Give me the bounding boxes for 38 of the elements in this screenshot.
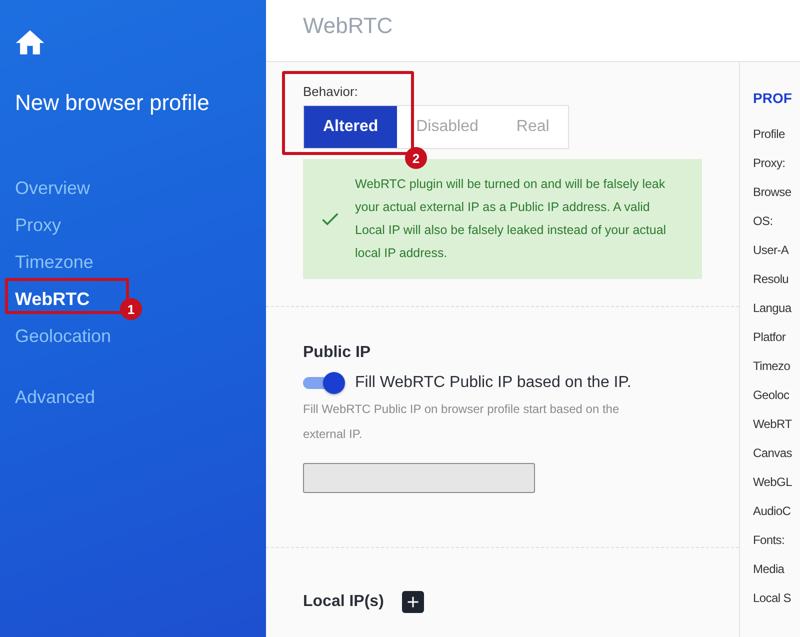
toggle-label: Fill WebRTC Public IP based on the IP. <box>355 374 632 392</box>
step-number: 1 <box>120 298 142 320</box>
section-heading: Local IP(s) <box>303 593 384 611</box>
toggle-switch[interactable] <box>303 372 345 394</box>
panel-row-label: Media <box>753 562 786 578</box>
panel-row-label: Platfor <box>753 330 787 346</box>
behavior-option[interactable]: Real <box>497 106 568 148</box>
panel-row-label: Timezo <box>753 359 792 375</box>
help-text: Fill WebRTC Public IP on browser profile start based on the external IP. <box>303 401 620 443</box>
panel-row-label: Profile <box>753 127 786 143</box>
sidebar-title: New browser profile <box>15 90 210 116</box>
section-heading: Public IP <box>303 344 372 362</box>
panel-row-label: Geoloc <box>753 388 790 404</box>
nav-item[interactable]: Overview <box>15 176 90 201</box>
behavior-option[interactable]: Disabled <box>397 106 498 148</box>
add-button[interactable] <box>402 591 424 613</box>
panel-row-label: Local S <box>753 591 792 607</box>
nav-item[interactable]: Advanced <box>15 385 96 410</box>
panel-row-label: Proxy: <box>753 156 786 172</box>
notice-text: WebRTC plugin will be turned on and will be falsely leak your actual external IP as a Public IP address. A valid Local IP will also be falsely leaked instead of your actual local IP address. <box>355 176 668 262</box>
panel-row-label: User-A <box>753 243 790 259</box>
page-title: WebRTC <box>303 12 393 38</box>
panel-row-label: Langua <box>753 301 792 317</box>
nav-item[interactable]: Proxy <box>15 213 62 238</box>
panel-heading: PROF <box>753 90 793 106</box>
behavior-label: Behavior: <box>303 84 359 99</box>
nav-item[interactable]: WebRTC <box>15 287 90 312</box>
panel-row-label: Canvas <box>753 446 793 462</box>
panel-row-label: Resolu <box>753 272 790 288</box>
panel-row-label: Fonts: <box>753 533 786 549</box>
behavior-option[interactable]: Altered <box>304 106 398 148</box>
panel-row-label: AudioC <box>753 504 792 520</box>
panel-row-label: Browse <box>753 185 792 201</box>
nav-item[interactable]: Timezone <box>15 250 94 275</box>
panel-row-label: WebGL <box>753 475 793 491</box>
panel-row-label: WebRT <box>753 417 793 433</box>
nav-item[interactable]: Geolocation <box>15 324 112 349</box>
panel-row-label: OS: <box>753 214 774 230</box>
